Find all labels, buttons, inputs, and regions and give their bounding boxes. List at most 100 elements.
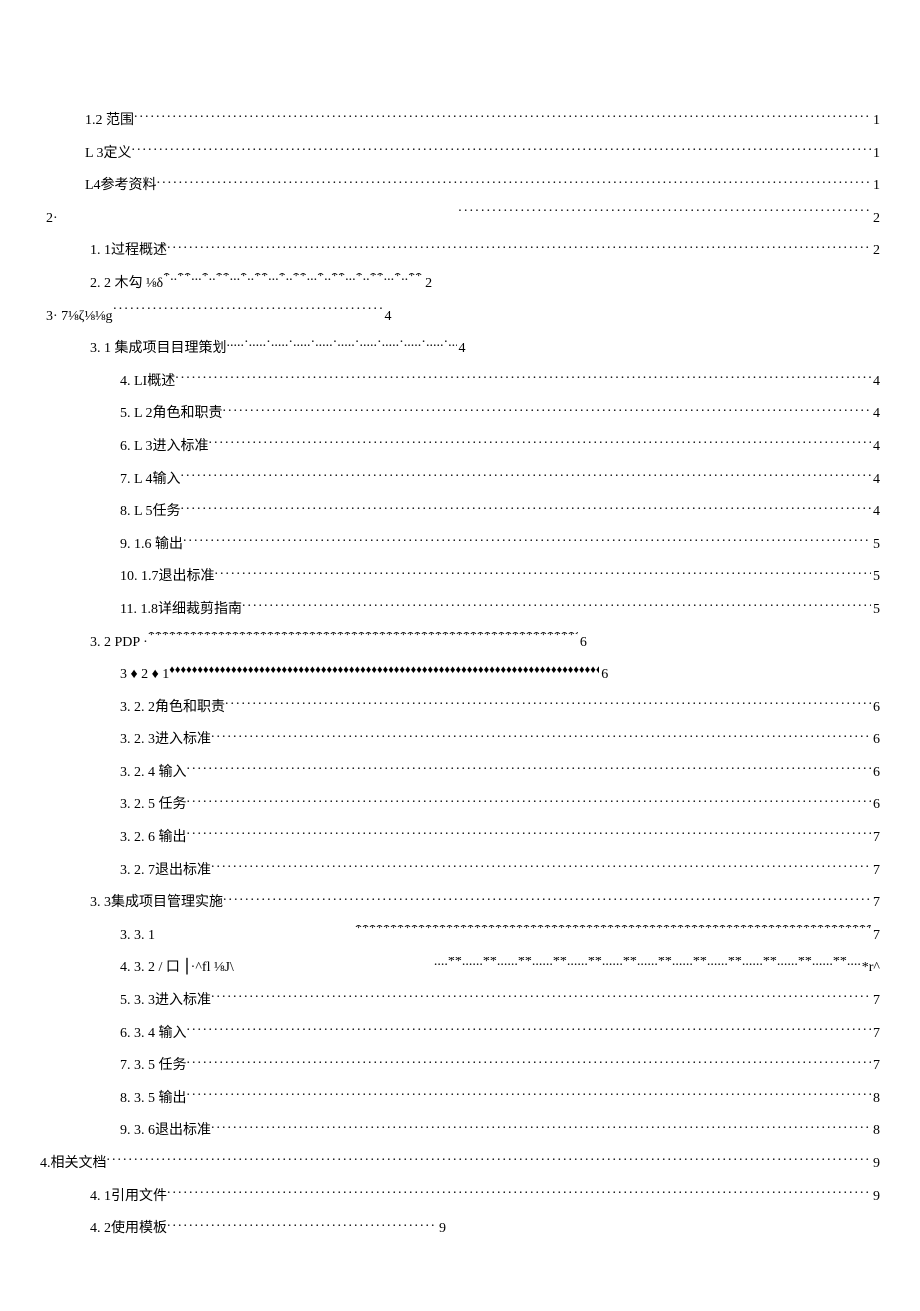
toc-page: 7 (871, 1024, 880, 1044)
toc-page: 4 (382, 307, 391, 327)
toc-page: 5 (871, 567, 880, 587)
toc-page: 9 (437, 1219, 446, 1239)
toc-leader (163, 273, 423, 287)
toc-page: 5 (871, 535, 880, 555)
toc-entry: 3. 2. 4 输入 6 (40, 762, 880, 783)
toc-leader (458, 208, 871, 222)
toc-entry: 4.相关文档 9 (40, 1153, 880, 1174)
toc-label: 7. 3. 5 任务 (120, 1056, 187, 1076)
toc-page: 4 (871, 404, 880, 424)
toc-entry: 4. 1引用文件 9 (40, 1186, 880, 1207)
toc-leader (223, 892, 871, 906)
toc-entry: 3. 2. 6 输出 7 (40, 827, 880, 848)
toc-label: 5. 3. 3进入标准 (120, 991, 211, 1011)
toc-entry: L 3定义 1 (40, 143, 880, 164)
toc-page: 6 (578, 633, 587, 653)
toc-label: 8. L 5任务 (120, 502, 181, 522)
toc-label: 4. 3. 2 / 口 ⎮·^fl ⅛J\ (120, 958, 234, 978)
toc-label: 3. 3. 1 (120, 926, 155, 946)
toc-leader (227, 338, 457, 352)
toc-label: 7. L 4输入 (120, 470, 181, 490)
toc-entry: 3. 3集成项目管理实施 7 (40, 892, 880, 913)
toc-page: 2 (871, 209, 880, 229)
toc-page: 2 (871, 241, 880, 261)
toc-leader (223, 403, 871, 417)
toc-entry: 3. 3. 1 7 (40, 925, 880, 946)
toc-entry: 7. 3. 5 任务 7 (40, 1055, 880, 1076)
toc-entry: 2. 2 木勾 ⅛δ 2 (40, 273, 880, 294)
toc-leader (148, 632, 578, 646)
toc-label: 10. 1.7退出标准 (120, 567, 215, 587)
toc-label: 6. L 3进入标准 (120, 437, 209, 457)
toc-label: 2. 2 木勾 ⅛δ (90, 274, 163, 294)
toc-page: 4 (457, 339, 466, 359)
toc-leader (187, 1055, 872, 1069)
toc-entry: L4参考资料 1 (40, 175, 880, 196)
toc-entry: 8. L 5任务 4 (40, 501, 880, 522)
toc-leader (157, 175, 871, 189)
toc-label: 11. 1.8详细裁剪指南 (120, 600, 242, 620)
toc-page: 4 (871, 470, 880, 490)
toc-entry: 2· 2 (40, 208, 880, 229)
toc-page: 6 (871, 763, 880, 783)
toc-leader (187, 762, 872, 776)
toc-entry: 9. 3. 6退出标准 8 (40, 1120, 880, 1141)
toc-page: 1 (871, 144, 880, 164)
toc-label: 3. 2. 4 输入 (120, 763, 187, 783)
toc-page: 1.2 范围 1 L 3定义 1 L4参考资料 1 2· 2 1. 1过程概述 … (0, 0, 920, 1311)
toc-label: 3. 3集成项目管理实施 (90, 893, 223, 913)
toc-leader (181, 469, 871, 483)
toc-label: 3. 2. 5 任务 (120, 795, 187, 815)
toc-label: 3· 7⅛ζ⅛⅛g (46, 307, 112, 327)
toc-page: 7 (871, 926, 880, 946)
toc-label: L 3定义 (85, 144, 132, 164)
toc-entry: 6. 3. 4 输入 7 (40, 1023, 880, 1044)
toc-leader (211, 860, 871, 874)
toc-leader (211, 1120, 871, 1134)
toc-leader (209, 436, 871, 450)
toc-label: 4. 1引用文件 (90, 1187, 167, 1207)
toc-page: 5 (871, 600, 880, 620)
toc-entry: 8. 3. 5 输出 8 (40, 1088, 880, 1109)
toc-label: 3. 2 PDP · (90, 633, 148, 653)
toc-page: 6 (871, 698, 880, 718)
toc-label: 3. 2. 2角色和职责 (120, 698, 225, 718)
toc-entry: 5. 3. 3进入标准 7 (40, 990, 880, 1011)
toc-label: 4.相关文档 (40, 1154, 107, 1174)
toc-page: 7 (871, 1056, 880, 1076)
toc-leader (355, 925, 871, 939)
toc-leader (225, 697, 871, 711)
toc-page: 4 (871, 372, 880, 392)
toc-page: 7 (871, 861, 880, 881)
toc-leader (107, 1153, 872, 1167)
toc-entry: 3. 2. 3进入标准 6 (40, 729, 880, 750)
toc-entry: 10. 1.7退出标准 5 (40, 566, 880, 587)
toc-label: L4参考资料 (85, 176, 157, 196)
toc-label: 4. 2使用模板 (90, 1219, 167, 1239)
toc-page: 1 (871, 176, 880, 196)
toc-entry: 1.2 范围 1 (40, 110, 880, 131)
toc-leader (167, 240, 871, 254)
toc-entry: 3 ♦ 2 ♦ 1 6 (40, 664, 880, 685)
toc-entry: 9. 1.6 输出 5 (40, 534, 880, 555)
toc-entry: 4. 3. 2 / 口 ⎮·^fl ⅛J\ *r^ (40, 957, 880, 978)
toc-label: 3. 2. 7退出标准 (120, 861, 211, 881)
toc-label: 8. 3. 5 输出 (120, 1089, 187, 1109)
toc-label: 9. 1.6 输出 (120, 535, 183, 555)
toc-leader (132, 143, 871, 157)
toc-label: 9. 3. 6退出标准 (120, 1121, 211, 1141)
toc-page: 6 (599, 665, 608, 685)
toc-entry: 3. 2. 2角色和职责 6 (40, 697, 880, 718)
toc-page: 6 (871, 795, 880, 815)
toc-entry: 3. 1 集成项目目理策划 4 (40, 338, 880, 359)
toc-entry: 3. 2 PDP · 6 (40, 632, 880, 653)
toc-leader (215, 566, 872, 580)
toc-leader (187, 1023, 872, 1037)
toc-page: 6 (871, 730, 880, 750)
toc-page: 2 (423, 274, 432, 294)
toc-label: 3. 2. 3进入标准 (120, 730, 211, 750)
toc-leader (187, 827, 872, 841)
toc-page: 8 (871, 1121, 880, 1141)
toc-page: 4 (871, 437, 880, 457)
toc-label: 5. L 2角色和职责 (120, 404, 223, 424)
